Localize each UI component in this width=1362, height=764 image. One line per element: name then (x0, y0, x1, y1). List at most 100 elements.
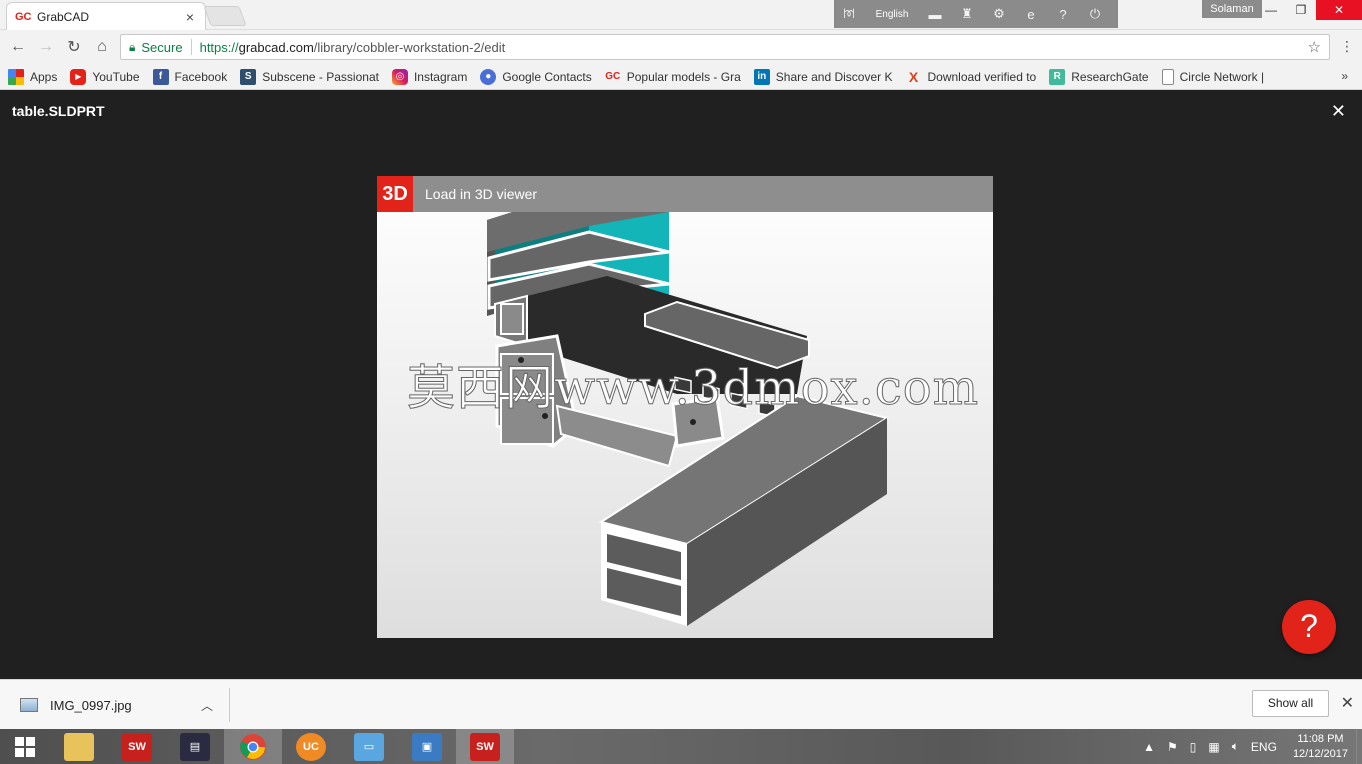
input-language[interactable]: ENG (1251, 740, 1277, 754)
bookmark-circle-network[interactable]: Circle Network | (1161, 68, 1264, 85)
browser-titlebar: GC GrabCAD × ꔟ English ▬ ♜ ⚙ e ? ⏻ Solam… (0, 0, 1362, 30)
show-hidden-icons-icon[interactable]: ▲ (1143, 740, 1155, 754)
folder-icon (64, 732, 94, 761)
window-close-button[interactable]: ✕ (1316, 0, 1362, 20)
forward-arrow-icon[interactable]: → (32, 38, 60, 56)
lock-icon: 🔒︎ (129, 39, 136, 54)
taskbar-solidworks-b[interactable]: SW (456, 729, 514, 764)
bookmark-instagram[interactable]: ◎ Instagram (391, 68, 467, 85)
help-button[interactable]: ? (1282, 600, 1336, 654)
bookmarks-overflow-icon[interactable]: » (1341, 69, 1348, 83)
chrome-icon (240, 733, 266, 760)
monitor-icon: ▣ (412, 732, 442, 761)
new-tab-button[interactable] (203, 6, 247, 26)
start-button[interactable] (0, 729, 50, 764)
researchgate-icon: R (1049, 68, 1066, 85)
window-controls: — ❐ ✕ (1256, 0, 1362, 20)
page-icon (1161, 68, 1174, 85)
url-text[interactable]: https://grabcad.com/library/cobbler-work… (200, 40, 1308, 55)
3d-badge-icon: 3D (377, 176, 413, 212)
x-icon: X (908, 68, 919, 85)
bookmark-subscene[interactable]: S Subscene - Passionat (240, 68, 379, 85)
instagram-icon: ◎ (391, 68, 408, 85)
bookmarks-bar: Apps ▶ YouTube f Facebook S Subscene - P… (0, 64, 1362, 90)
home-icon[interactable]: ⌂ (88, 38, 116, 56)
bookmark-download[interactable]: X Download verified to (906, 68, 1036, 85)
bookmark-researchgate[interactable]: R ResearchGate (1049, 68, 1149, 85)
grabcad-icon: GC (605, 71, 621, 82)
taskbar-chrome[interactable] (224, 729, 282, 764)
bookmark-star-icon[interactable]: ☆ (1308, 38, 1321, 56)
taskbar-remote-desktop[interactable]: ▣ (398, 729, 456, 764)
back-arrow-icon[interactable]: ← (4, 38, 32, 56)
restore-button[interactable]: ❐ (1286, 0, 1316, 20)
volume-icon[interactable]: 🔈︎ (1232, 739, 1239, 754)
divider (190, 39, 192, 55)
system-tray: ▲ ⚑ ▯ ▦ 🔈︎ ENG 11:08 PM 12/12/2017 (1137, 729, 1362, 764)
solidworks-icon: SW (470, 732, 500, 761)
ie-icon[interactable]: e (1022, 7, 1040, 22)
secure-label: Secure (141, 39, 183, 55)
model-preview[interactable]: 3D Load in 3D viewer 莫西网www.3dmox.com (377, 176, 993, 638)
power-icon[interactable]: ⏻ (1086, 6, 1104, 22)
taskbar-solidworks[interactable]: SW (108, 729, 166, 764)
language-selector[interactable]: English (872, 9, 912, 20)
download-filename: IMG_0997.jpg (50, 697, 132, 713)
chevron-up-icon[interactable]: ︿ (201, 697, 213, 714)
chrome-menu-icon[interactable]: ⋮ (1340, 38, 1354, 55)
reload-icon[interactable]: ↻ (60, 37, 88, 57)
file-viewer-overlay: table.SLDPRT ✕ 3D Load in 3D viewer 莫西网w… (0, 91, 1362, 679)
browser-tab[interactable]: GC GrabCAD × (6, 2, 206, 30)
load-3d-viewer-link[interactable]: Load in 3D viewer (425, 186, 537, 202)
extension-toolbar: ꔟ English ▬ ♜ ⚙ e ? ⏻ (834, 0, 1118, 28)
bookmark-google-contacts[interactable]: ● Google Contacts (480, 68, 592, 85)
settings-gear-icon[interactable]: ⚙ (990, 6, 1008, 22)
watermark-text: 莫西网www.3dmox.com (406, 360, 980, 417)
windows-taskbar: SW ▤ UC ▭ ▣ SW ▲ ⚑ ▯ ▦ 🔈︎ ENG 11:08 PM 1… (0, 729, 1362, 764)
show-all-button[interactable]: Show all (1252, 690, 1329, 717)
bookmark-apps[interactable]: Apps (8, 68, 57, 85)
tab-close-icon[interactable]: × (183, 9, 197, 25)
viewer-filename: table.SLDPRT (12, 103, 105, 119)
facebook-icon: f (152, 68, 169, 85)
grabcad-favicon-icon: GC (15, 10, 32, 23)
download-shelf: IMG_0997.jpg ︿ Show all ✕ (0, 679, 1362, 729)
preview-header-bar: 3D Load in 3D viewer (377, 176, 993, 212)
bookmark-grabcad[interactable]: GC Popular models - Gra (605, 69, 741, 85)
bookmark-linkedin[interactable]: in Share and Discover K (753, 68, 893, 85)
help-circle-icon[interactable]: ? (1054, 7, 1072, 22)
translate-icon[interactable]: ꔟ (840, 6, 858, 22)
dictionary-icon: ▤ (180, 732, 210, 761)
address-bar[interactable]: 🔒︎ Secure https://grabcad.com/library/co… (120, 34, 1330, 60)
download-shelf-close-icon[interactable]: ✕ (1341, 693, 1354, 713)
youtube-icon: ▶ (70, 68, 87, 85)
taskbar-clock[interactable]: 11:08 PM 12/12/2017 (1293, 732, 1348, 762)
taskbar-file-explorer[interactable] (50, 729, 108, 764)
flag-icon[interactable]: ⚑ (1167, 740, 1178, 754)
ribbon-icon[interactable]: ♜ (958, 6, 976, 22)
uc-browser-icon: UC (296, 732, 326, 761)
window-app-icon: ▭ (354, 732, 384, 761)
windows-logo-icon (15, 736, 35, 757)
viewer-close-icon[interactable]: ✕ (1331, 101, 1346, 122)
linkedin-icon: in (753, 68, 770, 85)
subscene-icon: S (240, 68, 257, 85)
taskbar-dictionary[interactable]: ▤ (166, 729, 224, 764)
taskbar-uc-browser[interactable]: UC (282, 729, 340, 764)
bookmark-youtube[interactable]: ▶ YouTube (70, 68, 140, 85)
download-item[interactable]: IMG_0997.jpg ︿ (12, 688, 230, 722)
show-desktop-button[interactable] (1356, 729, 1362, 764)
profile-button[interactable]: Solaman (1202, 0, 1262, 18)
minimize-button[interactable]: — (1256, 0, 1286, 20)
keyboard-icon[interactable]: ▬ (926, 7, 944, 22)
taskbar-folder-app[interactable]: ▭ (340, 729, 398, 764)
clock-time: 11:08 PM (1297, 732, 1344, 745)
bookmark-facebook[interactable]: f Facebook (152, 68, 227, 85)
navigation-bar: ← → ↻ ⌂ 🔒︎ Secure https://grabcad.com/li… (0, 30, 1362, 64)
image-file-icon (20, 698, 38, 712)
network-icon[interactable]: ▦ (1208, 740, 1219, 754)
google-contacts-icon: ● (480, 68, 497, 85)
tab-title: GrabCAD (37, 9, 90, 24)
phone-icon[interactable]: ▯ (1190, 740, 1197, 754)
clock-date: 12/12/2017 (1292, 747, 1348, 760)
